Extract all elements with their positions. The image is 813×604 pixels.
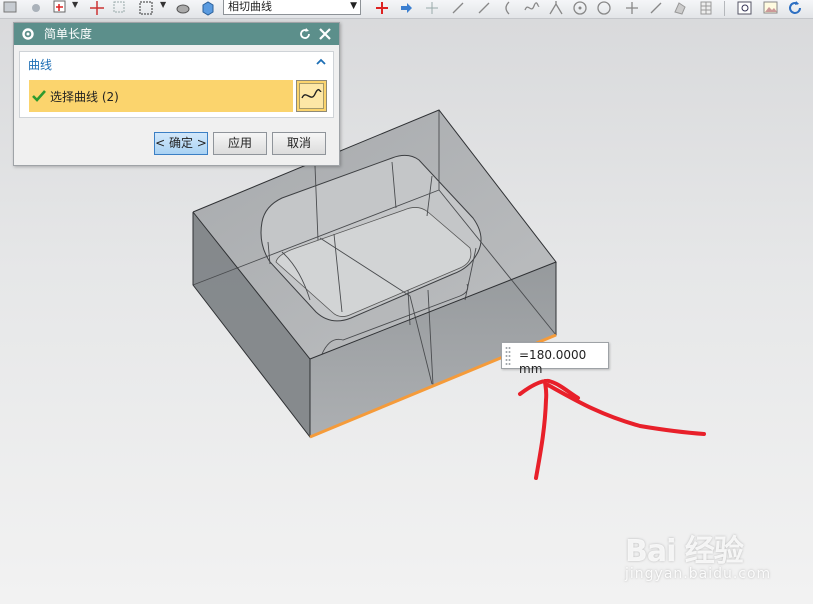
tangent-icon[interactable] xyxy=(500,0,516,16)
apply-button[interactable]: 应用 xyxy=(213,132,267,155)
close-icon[interactable] xyxy=(317,26,333,42)
baidu-watermark-url: jingyan.baidu.com xyxy=(625,566,772,582)
zoom-icon[interactable] xyxy=(737,0,753,16)
curve-icon xyxy=(299,83,324,109)
ok-button[interactable]: < 确定 > xyxy=(154,132,208,155)
line-icon[interactable] xyxy=(450,0,466,16)
spline-icon[interactable] xyxy=(524,0,540,16)
grid-icon[interactable] xyxy=(698,0,714,16)
toolbar-separator xyxy=(724,1,725,16)
plus-icon[interactable] xyxy=(624,0,640,16)
group-label: 曲线 xyxy=(28,58,53,72)
top-toolbar: ▼ ▼ 相切曲线 ▼ xyxy=(0,0,813,19)
box-select-icon[interactable] xyxy=(138,0,154,16)
measurement-value: =180.0000 mm xyxy=(519,348,587,376)
chevron-down-icon[interactable]: ▼ xyxy=(160,0,166,9)
simple-length-dialog: 简单长度 曲线 选择曲线 (2) < 确定 > 应用 取消 xyxy=(13,22,340,166)
snap-icon[interactable] xyxy=(28,0,44,16)
curve-group: 曲线 选择曲线 (2) xyxy=(19,51,334,118)
view-icon[interactable] xyxy=(2,0,18,16)
point-icon[interactable] xyxy=(424,0,440,16)
rotate-icon[interactable] xyxy=(787,0,803,16)
image-icon[interactable] xyxy=(763,0,779,16)
chevron-down-icon[interactable]: ▼ xyxy=(72,0,78,9)
slash-icon[interactable] xyxy=(648,0,664,16)
curve-rule-select[interactable]: 相切曲线 ▼ xyxy=(223,0,361,15)
check-icon xyxy=(32,90,46,102)
annotation-arrow xyxy=(518,378,706,480)
measurement-label[interactable]: =180.0000 mm xyxy=(501,342,609,376)
baidu-watermark-logo: Bai 经验 xyxy=(625,534,744,569)
curve-rule-value: 相切曲线 xyxy=(228,0,272,13)
intersect-icon[interactable] xyxy=(548,0,564,16)
circle-icon[interactable] xyxy=(572,0,588,16)
curve-select-button[interactable] xyxy=(296,80,327,112)
reset-icon[interactable] xyxy=(297,26,313,42)
gear-icon[interactable] xyxy=(20,26,36,42)
arrow-icon[interactable] xyxy=(398,0,414,16)
select-curve-row[interactable]: 选择曲线 (2) xyxy=(29,80,293,112)
grip-icon[interactable] xyxy=(505,346,511,365)
move-icon[interactable] xyxy=(89,0,105,16)
select-curve-label: 选择曲线 (2) xyxy=(50,90,119,104)
chevron-down-icon: ▼ xyxy=(350,1,357,11)
shaded-icon[interactable] xyxy=(175,0,191,16)
line-icon[interactable] xyxy=(476,0,492,16)
cancel-button[interactable]: 取消 xyxy=(272,132,326,155)
box-select-icon[interactable] xyxy=(112,0,128,16)
shape-icon[interactable] xyxy=(672,0,688,16)
dialog-title: 简单长度 xyxy=(44,27,93,41)
dialog-title-bar[interactable]: 简单长度 xyxy=(14,23,339,45)
select-icon[interactable] xyxy=(52,0,68,16)
filter-icon[interactable] xyxy=(374,0,390,16)
arc-icon[interactable] xyxy=(596,0,612,16)
cube-icon[interactable] xyxy=(200,0,216,16)
chevron-up-icon[interactable] xyxy=(315,56,327,68)
